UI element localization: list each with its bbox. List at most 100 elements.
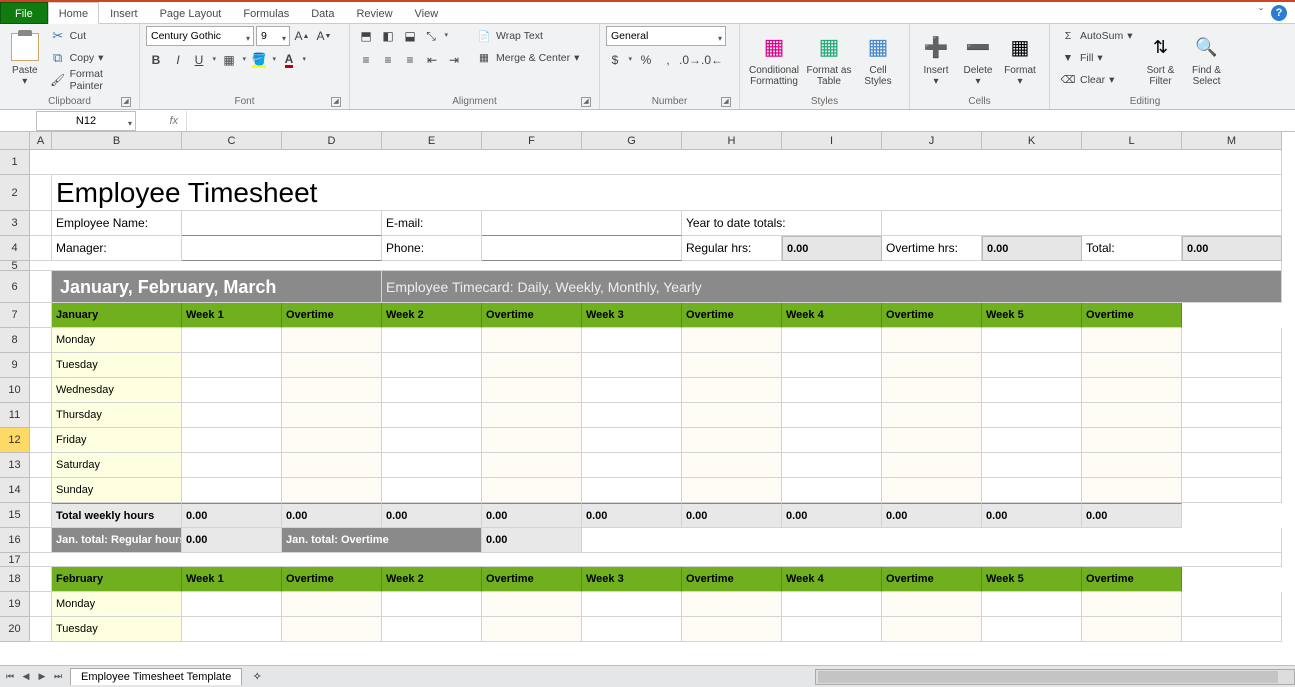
data-cell[interactable] xyxy=(1082,592,1182,617)
row-header[interactable]: 19 xyxy=(0,592,30,617)
tab-home[interactable]: Home xyxy=(48,2,99,24)
tab-insert[interactable]: Insert xyxy=(99,2,149,24)
data-cell[interactable] xyxy=(1182,353,1282,378)
data-cell[interactable] xyxy=(482,453,582,478)
data-cell[interactable] xyxy=(682,328,782,353)
cut-button[interactable]: Cut xyxy=(46,26,133,46)
font-dialog-icon[interactable]: ◢ xyxy=(331,97,341,107)
data-cell[interactable] xyxy=(482,478,582,503)
data-cell[interactable] xyxy=(582,428,682,453)
cell[interactable] xyxy=(30,453,52,478)
data-cell[interactable] xyxy=(1182,378,1282,403)
align-top-icon[interactable]: ⬒ xyxy=(356,26,376,46)
data-cell[interactable] xyxy=(782,328,882,353)
row-header[interactable]: 5 xyxy=(0,261,30,271)
data-cell[interactable] xyxy=(582,403,682,428)
column-header[interactable]: F xyxy=(482,132,582,150)
data-cell[interactable] xyxy=(482,428,582,453)
data-cell[interactable] xyxy=(782,478,882,503)
data-cell[interactable] xyxy=(382,592,482,617)
data-cell[interactable] xyxy=(882,617,982,642)
cell[interactable] xyxy=(582,528,1282,553)
data-cell[interactable] xyxy=(182,453,282,478)
data-cell[interactable] xyxy=(682,353,782,378)
tab-formulas[interactable]: Formulas xyxy=(232,2,300,24)
percent-format-icon[interactable]: % xyxy=(636,50,656,70)
data-cell[interactable] xyxy=(782,617,882,642)
data-cell[interactable] xyxy=(682,428,782,453)
cell[interactable] xyxy=(30,617,52,642)
decrease-indent-icon[interactable]: ⇤ xyxy=(422,50,442,70)
data-cell[interactable] xyxy=(882,403,982,428)
data-cell[interactable] xyxy=(1082,617,1182,642)
name-box[interactable]: N12 xyxy=(36,111,136,131)
new-sheet-icon[interactable]: ✧ xyxy=(246,669,268,685)
data-cell[interactable] xyxy=(382,617,482,642)
data-cell[interactable] xyxy=(482,328,582,353)
cell[interactable] xyxy=(30,428,52,453)
data-cell[interactable] xyxy=(282,428,382,453)
orientation-icon[interactable]: ⤡ xyxy=(422,26,450,46)
data-cell[interactable] xyxy=(882,378,982,403)
data-cell[interactable] xyxy=(982,353,1082,378)
phone-input[interactable] xyxy=(482,236,682,261)
italic-button[interactable]: I xyxy=(168,50,188,70)
data-cell[interactable] xyxy=(382,453,482,478)
row-header[interactable]: 18 xyxy=(0,567,30,592)
data-cell[interactable] xyxy=(682,453,782,478)
clear-button[interactable]: ⌫Clear ▾ xyxy=(1056,70,1136,90)
data-cell[interactable] xyxy=(382,328,482,353)
tab-nav-next-icon[interactable]: ▶ xyxy=(34,668,50,686)
column-header[interactable]: M xyxy=(1182,132,1282,150)
tab-nav-first-icon[interactable]: ⏮ xyxy=(2,668,18,686)
select-all-corner[interactable] xyxy=(0,132,30,150)
format-painter-button[interactable]: Format Painter xyxy=(46,70,133,90)
cell[interactable] xyxy=(30,175,52,211)
data-cell[interactable] xyxy=(582,478,682,503)
number-dialog-icon[interactable]: ◢ xyxy=(721,97,731,107)
data-cell[interactable] xyxy=(282,453,382,478)
row-header[interactable]: 17 xyxy=(0,553,30,567)
column-header[interactable]: D xyxy=(282,132,382,150)
find-select-button[interactable]: 🔍Find & Select xyxy=(1184,26,1228,92)
font-size-select[interactable]: 9 xyxy=(256,26,290,46)
data-cell[interactable] xyxy=(482,617,582,642)
data-cell[interactable] xyxy=(282,328,382,353)
cell[interactable] xyxy=(30,478,52,503)
align-left-icon[interactable]: ≡ xyxy=(356,50,376,70)
data-cell[interactable] xyxy=(982,592,1082,617)
email-input[interactable] xyxy=(482,211,682,236)
increase-indent-icon[interactable]: ⇥ xyxy=(444,50,464,70)
column-header[interactable]: B xyxy=(52,132,182,150)
data-cell[interactable] xyxy=(982,428,1082,453)
tab-data[interactable]: Data xyxy=(300,2,345,24)
cell[interactable] xyxy=(30,261,1282,271)
data-cell[interactable] xyxy=(682,478,782,503)
data-cell[interactable] xyxy=(682,592,782,617)
cell[interactable] xyxy=(30,403,52,428)
cell[interactable] xyxy=(30,353,52,378)
row-header[interactable]: 6 xyxy=(0,271,30,303)
column-header[interactable]: K xyxy=(982,132,1082,150)
cell[interactable] xyxy=(30,271,52,303)
data-cell[interactable] xyxy=(382,353,482,378)
data-cell[interactable] xyxy=(982,478,1082,503)
data-cell[interactable] xyxy=(682,403,782,428)
column-header[interactable]: L xyxy=(1082,132,1182,150)
column-header[interactable]: I xyxy=(782,132,882,150)
cell[interactable] xyxy=(882,211,1282,236)
tab-review[interactable]: Review xyxy=(345,2,403,24)
format-cells-button[interactable]: ▦Format▾ xyxy=(1000,26,1040,92)
data-cell[interactable] xyxy=(1182,617,1282,642)
data-cell[interactable] xyxy=(1082,403,1182,428)
delete-cells-button[interactable]: ➖Delete▾ xyxy=(958,26,998,92)
data-cell[interactable] xyxy=(1182,453,1282,478)
horizontal-scrollbar[interactable] xyxy=(815,669,1295,685)
data-cell[interactable] xyxy=(382,403,482,428)
format-as-table-button[interactable]: ▦Format as Table xyxy=(804,26,854,92)
wrap-text-button[interactable]: 📄Wrap Text xyxy=(472,26,583,46)
data-cell[interactable] xyxy=(282,592,382,617)
align-bottom-icon[interactable]: ⬓ xyxy=(400,26,420,46)
data-cell[interactable] xyxy=(582,617,682,642)
alignment-dialog-icon[interactable]: ◢ xyxy=(581,97,591,107)
